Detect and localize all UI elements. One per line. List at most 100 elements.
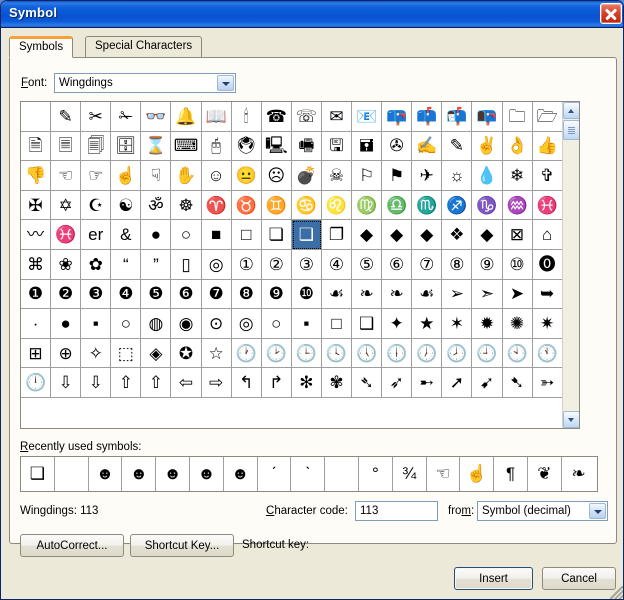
symbol-cell[interactable]: ⇩	[51, 368, 82, 398]
from-combo[interactable]: Symbol (decimal)	[477, 501, 608, 521]
symbol-cell[interactable]	[21, 102, 52, 132]
symbol-cell[interactable]: 🕑	[261, 338, 292, 369]
symbol-cell[interactable]: ✪	[171, 338, 202, 369]
symbol-cell[interactable]: 🖳	[261, 131, 292, 162]
symbol-cell[interactable]: 🕗	[442, 338, 473, 369]
recent-symbol-cell[interactable]: ☻	[156, 457, 190, 491]
symbol-cell[interactable]: 👌	[502, 131, 533, 162]
symbol-cell[interactable]: ☏	[291, 102, 322, 132]
symbol-cell[interactable]: ✷	[532, 309, 563, 339]
symbol-cell[interactable]: ◉	[171, 309, 202, 339]
symbol-cell[interactable]: ♋	[291, 190, 322, 221]
symbol-cell[interactable]: ▪	[81, 309, 112, 339]
symbol-cell[interactable]: ♐	[442, 190, 473, 221]
symbol-cell[interactable]: 👎	[21, 161, 52, 191]
symbol-cell[interactable]: ▯	[171, 249, 202, 280]
symbol-cell[interactable]: ✿	[81, 249, 112, 280]
recent-symbol-cell[interactable]: ¶	[494, 457, 528, 491]
symbol-cell[interactable]: ➸	[412, 368, 443, 398]
symbol-cell[interactable]: 🗏	[51, 131, 82, 162]
symbol-cell[interactable]: ✺	[502, 309, 533, 339]
symbol-cell[interactable]: ⊞	[21, 338, 52, 369]
recent-symbol-cell[interactable]: ☻	[190, 457, 224, 491]
symbol-cell[interactable]: 🔔	[171, 102, 202, 132]
symbol-cell[interactable]: ✋	[171, 161, 202, 191]
symbol-cell[interactable]: ◆	[382, 220, 413, 250]
autocorrect-button[interactable]: AutoCorrect...	[20, 534, 124, 557]
symbol-cell[interactable]: ✹	[472, 309, 503, 339]
symbol-cell[interactable]: ❶	[21, 279, 52, 310]
symbol-cell[interactable]: ♏	[412, 190, 443, 221]
recent-symbol-cell[interactable]: ☝	[460, 457, 495, 491]
symbol-cell[interactable]: ✁	[111, 102, 142, 132]
symbol-cell[interactable]: ❷	[51, 279, 82, 310]
title-bar[interactable]: Symbol	[1, 1, 623, 28]
symbol-cell[interactable]: ❿	[291, 279, 322, 310]
symbol-cell[interactable]: ④	[321, 249, 353, 280]
symbol-cell[interactable]: ◎	[201, 249, 232, 280]
symbol-cell[interactable]: ▪	[291, 309, 322, 339]
symbol-cell[interactable]: ·	[21, 309, 52, 339]
symbol-cell[interactable]: ♌	[321, 190, 353, 221]
recent-symbol-cell[interactable]: °	[359, 457, 393, 491]
symbol-cell[interactable]: ⑥	[382, 249, 413, 280]
symbol-cell[interactable]: ⊙	[201, 309, 232, 339]
symbol-cell[interactable]: ☙	[321, 279, 353, 310]
symbol-cell[interactable]: ⬚	[111, 338, 142, 369]
symbol-grid[interactable]: ✎ ✂ ✁ 👓 🔔 📖 🕯 ☎ ☏ ✉ 📧 📪 📫 📬 📭 🗀 🗁 🗎 🗏 🗐 🗄 ⌛ ⌨ 🖰 🖲 🖳 🖷 🖫 🖬 ✇ ✍ ✎ ✌ 👌 👍 👎 ☜ ☞ ☝ ☟…	[21, 102, 563, 428]
symbol-cell[interactable]: ◆	[352, 220, 383, 250]
symbol-cell[interactable]: ♊	[261, 190, 292, 221]
recent-symbol-cell[interactable]: ☻	[122, 457, 157, 491]
symbol-cell[interactable]: 🖷	[291, 131, 322, 162]
symbol-cell[interactable]: 🖬	[352, 131, 383, 162]
scrollbar-thumb[interactable]	[563, 120, 579, 140]
symbol-cell[interactable]: ✂	[81, 102, 112, 132]
symbol-cell[interactable]: ⇨	[201, 368, 232, 398]
symbol-cell[interactable]: □	[231, 220, 262, 250]
symbol-cell[interactable]: 📖	[201, 102, 232, 132]
symbol-cell[interactable]: ❸	[81, 279, 112, 310]
symbol-cell[interactable]: 🕛	[21, 368, 52, 398]
shortcut-key-button[interactable]: Shortcut Key...	[130, 534, 234, 557]
recent-symbol-cell[interactable]	[55, 457, 89, 491]
symbol-cell[interactable]: ①	[231, 249, 262, 280]
recent-symbol-cell[interactable]: ❧	[562, 457, 596, 491]
symbol-cell[interactable]: ❽	[231, 279, 262, 310]
symbol-cell[interactable]: ✶	[442, 309, 473, 339]
symbol-cell[interactable]: ⑤	[352, 249, 383, 280]
symbol-cell[interactable]: ◆	[412, 220, 443, 250]
symbol-cell[interactable]: ♉	[231, 190, 262, 221]
tab-symbols[interactable]: Symbols	[9, 36, 74, 58]
symbol-cell[interactable]: ○	[171, 220, 202, 250]
symbol-cell[interactable]: ❄	[502, 161, 533, 191]
symbol-cell[interactable]: ⑨	[472, 249, 503, 280]
symbol-cell[interactable]: ⓿	[532, 249, 563, 280]
symbol-cell[interactable]: ➤	[502, 279, 533, 310]
symbol-cell[interactable]: ♒	[502, 190, 533, 221]
symbol-cell[interactable]: 📭	[472, 102, 503, 132]
symbol-cell[interactable]: ⇧	[141, 368, 172, 398]
symbol-cell[interactable]: 🕚	[532, 338, 563, 369]
symbol-cell[interactable]: ❹	[111, 279, 142, 310]
symbol-cell[interactable]: 📧	[352, 102, 383, 132]
symbol-cell[interactable]: ✞	[532, 161, 563, 191]
symbol-cell[interactable]: ✧	[81, 338, 112, 369]
symbol-cell[interactable]: ➣	[472, 279, 503, 310]
symbol-cell[interactable]: ⇩	[81, 368, 112, 398]
tab-special-characters[interactable]: Special Characters	[85, 36, 203, 58]
scroll-up-icon[interactable]	[563, 102, 579, 119]
symbol-cell[interactable]: 📫	[412, 102, 443, 132]
symbol-cell[interactable]: ☸	[171, 190, 202, 221]
symbol-cell[interactable]: 🕘	[472, 338, 503, 369]
symbol-cell[interactable]: ⊕	[51, 338, 82, 369]
symbol-cell[interactable]: ⊠	[502, 220, 533, 250]
symbol-cell[interactable]: ✈	[412, 161, 443, 191]
symbol-cell[interactable]: ❑	[291, 220, 322, 250]
symbol-cell[interactable]: ♑	[472, 190, 503, 221]
symbol-cell[interactable]: ⑧	[442, 249, 473, 280]
close-icon[interactable]	[600, 3, 622, 24]
recent-symbol-cell[interactable]	[325, 457, 359, 491]
symbol-cell[interactable]: ✻	[291, 368, 322, 398]
symbol-cell[interactable]: ↰	[231, 368, 262, 398]
symbol-cell[interactable]: ✾	[321, 368, 353, 398]
